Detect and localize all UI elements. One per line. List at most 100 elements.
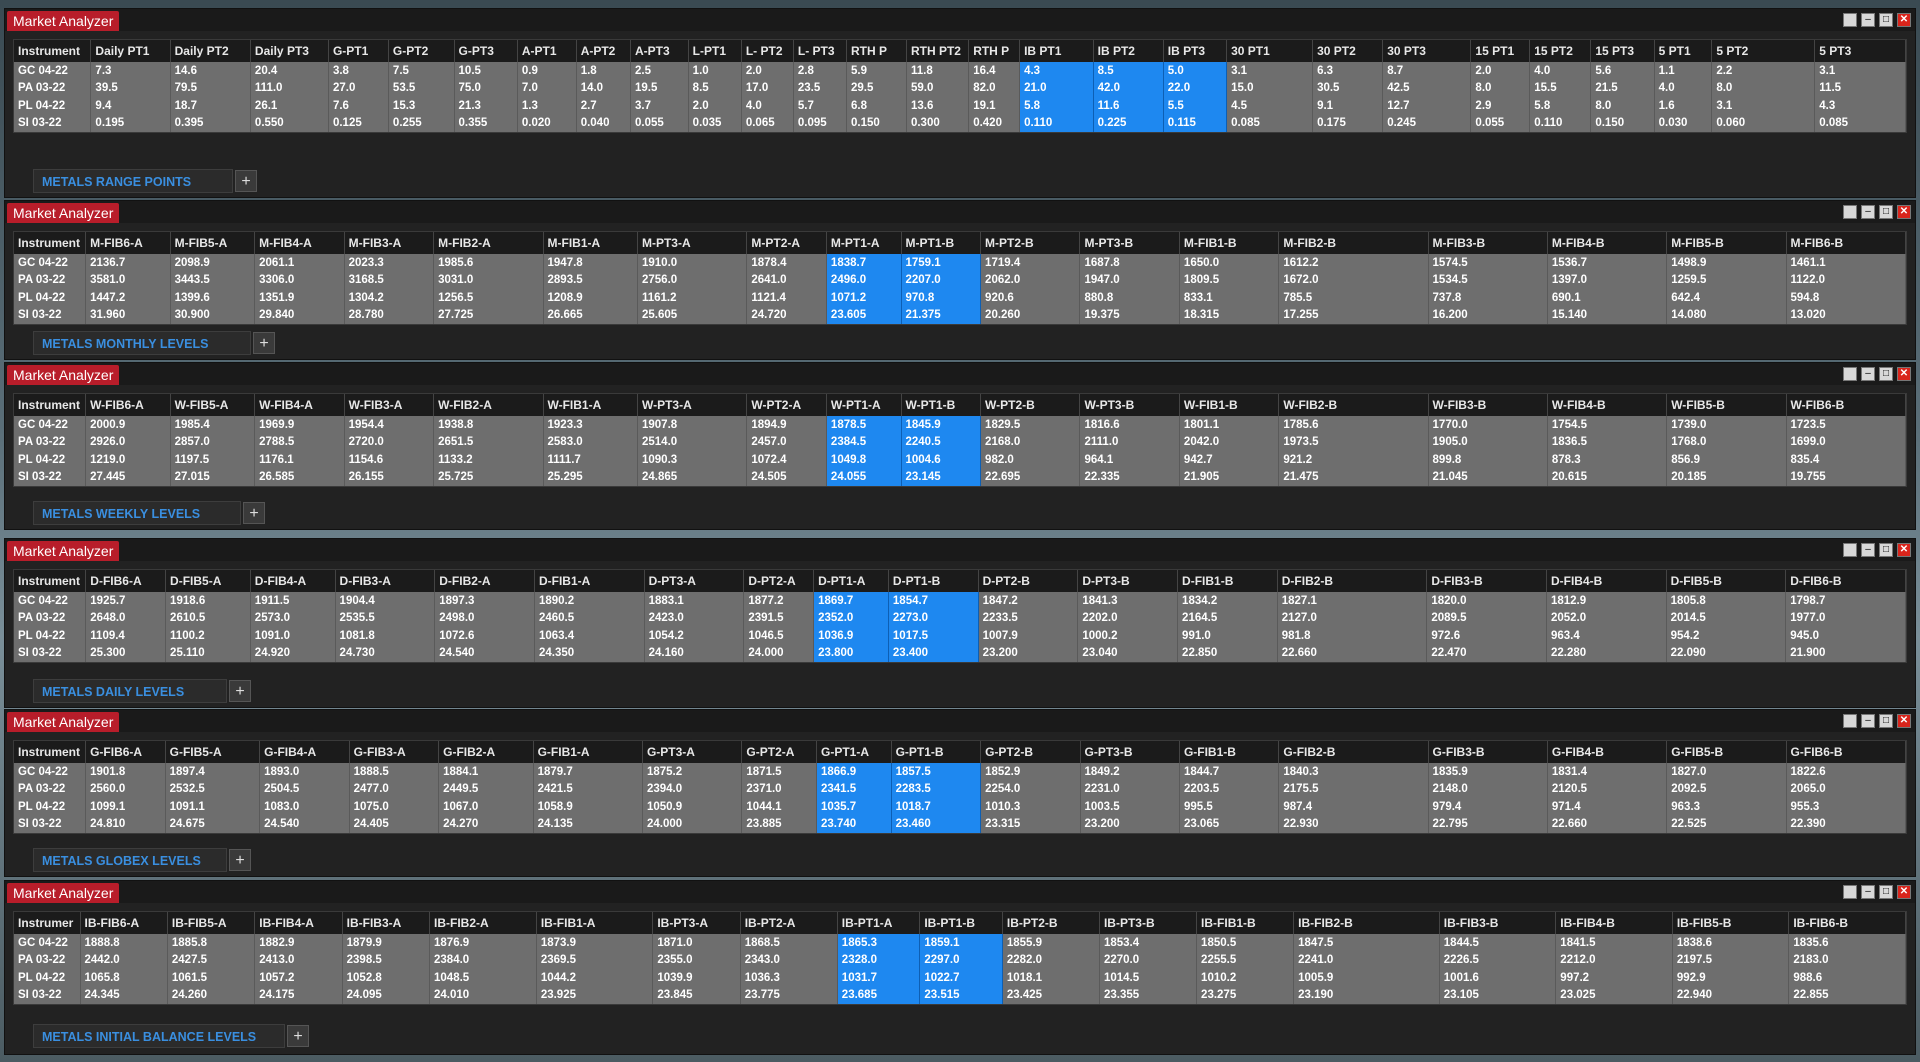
instrument-cell[interactable]: PL 04-22	[14, 798, 87, 816]
level-cell[interactable]: 22.940	[1672, 986, 1790, 1004]
level-cell[interactable]: 1534.5	[1428, 271, 1548, 289]
column-header[interactable]: D-FIB6-A	[85, 570, 167, 592]
level-cell[interactable]: 24.865	[637, 468, 748, 486]
level-cell[interactable]: 1925.7	[85, 592, 167, 610]
level-cell[interactable]: 23.5	[793, 79, 848, 97]
level-cell[interactable]: 21.475	[1278, 468, 1429, 486]
level-cell[interactable]: 1063.4	[534, 627, 645, 645]
level-cell[interactable]: 0.040	[576, 114, 631, 132]
level-cell[interactable]: 2496.0	[826, 271, 902, 289]
level-cell[interactable]: 1133.2	[433, 451, 544, 469]
column-header[interactable]: RTH P	[846, 40, 907, 62]
level-cell[interactable]: 945.0	[1785, 627, 1906, 645]
level-cell[interactable]: 2498.0	[434, 609, 535, 627]
level-cell[interactable]: 1938.8	[433, 416, 544, 434]
column-header[interactable]: W-PT3-A	[637, 394, 748, 416]
level-cell[interactable]: 1831.4	[1547, 763, 1668, 781]
level-cell[interactable]: 3443.5	[170, 271, 256, 289]
level-cell[interactable]: 2413.0	[254, 951, 343, 969]
restore-icon[interactable]: –	[1861, 885, 1875, 899]
level-cell[interactable]: 18.7	[170, 97, 251, 115]
level-cell[interactable]: 1057.2	[254, 969, 343, 987]
level-cell[interactable]: 2384.0	[429, 951, 537, 969]
level-cell[interactable]: 23.775	[740, 986, 838, 1004]
level-cell[interactable]: 1838.7	[826, 254, 902, 272]
level-cell[interactable]: 1918.6	[165, 592, 251, 610]
level-cell[interactable]: 23.425	[1002, 986, 1100, 1004]
table-row[interactable]: GC 04-22 7.3 14.6 20.4 3.8 7.5 10.5 0.9 1.8 2.5 1.…	[14, 62, 1906, 80]
column-header[interactable]: Instrument	[14, 394, 87, 416]
level-cell[interactable]: 25.110	[165, 644, 251, 662]
level-cell[interactable]: 1844.7	[1179, 763, 1280, 781]
level-cell[interactable]: 1827.0	[1666, 763, 1787, 781]
level-cell[interactable]: 22.390	[1786, 815, 1907, 833]
column-header[interactable]: D-FIB4-B	[1546, 570, 1667, 592]
level-cell[interactable]: 24.055	[826, 468, 902, 486]
column-header[interactable]: G-FIB1-A	[533, 741, 643, 763]
level-cell[interactable]: 1969.9	[254, 416, 345, 434]
level-cell[interactable]: 2449.5	[438, 780, 534, 798]
column-header[interactable]: M-PT1-B	[901, 232, 982, 254]
level-cell[interactable]: 23.845	[652, 986, 741, 1004]
level-cell[interactable]: 2573.0	[250, 609, 336, 627]
column-header[interactable]: M-FIB4-A	[254, 232, 345, 254]
level-cell[interactable]: 1873.9	[536, 934, 654, 952]
level-cell[interactable]: 1911.5	[250, 592, 336, 610]
level-cell[interactable]: 1723.5	[1786, 416, 1907, 434]
level-cell[interactable]: 1003.5	[1080, 798, 1180, 816]
level-cell[interactable]: 0.9	[517, 62, 577, 80]
level-cell[interactable]: 23.515	[919, 986, 1003, 1004]
level-cell[interactable]: 3581.0	[85, 271, 171, 289]
level-cell[interactable]: 1018.7	[891, 798, 982, 816]
column-header[interactable]: M-FIB5-B	[1666, 232, 1787, 254]
level-cell[interactable]: 21.0	[1019, 79, 1094, 97]
level-cell[interactable]: 991.0	[1177, 627, 1278, 645]
table-row[interactable]: GC 04-22 1901.8 1897.4 1893.0 1888.5 1884.1 18…	[14, 763, 1907, 781]
level-cell[interactable]: 1091.0	[250, 627, 336, 645]
column-header[interactable]: L-PT1	[688, 40, 742, 62]
instrument-cell[interactable]: GC 04-22	[14, 763, 87, 781]
level-cell[interactable]: 16.4	[968, 62, 1021, 80]
level-cell[interactable]: 31.960	[85, 306, 171, 324]
column-header[interactable]: RTH PT2	[906, 40, 970, 62]
level-cell[interactable]: 1985.6	[433, 254, 544, 272]
column-header[interactable]: M-FIB1-B	[1179, 232, 1280, 254]
level-cell[interactable]: 14.0	[576, 79, 631, 97]
level-cell[interactable]: 19.375	[1079, 306, 1180, 324]
level-cell[interactable]: 3.8	[328, 62, 389, 80]
table-row[interactable]: GC 04-22 1925.7 1918.6 1911.5 1904.4 1897.3 18…	[14, 592, 1906, 610]
level-cell[interactable]: 23.145	[901, 468, 982, 486]
restore-icon[interactable]: –	[1861, 367, 1875, 381]
level-cell[interactable]: 1010.3	[980, 798, 1081, 816]
column-header[interactable]: D-FIB5-B	[1666, 570, 1787, 592]
level-cell[interactable]: 27.725	[433, 306, 544, 324]
level-cell[interactable]: 17.255	[1278, 306, 1429, 324]
level-cell[interactable]: 1039.9	[652, 969, 741, 987]
level-cell[interactable]: 2202.0	[1077, 609, 1179, 627]
level-cell[interactable]: 2343.0	[740, 951, 838, 969]
level-cell[interactable]: 23.315	[980, 815, 1081, 833]
close-icon[interactable]: ✕	[1897, 543, 1911, 557]
title-bar[interactable]: Market Analyzer – □ ✕	[5, 881, 1915, 903]
close-icon[interactable]: ✕	[1897, 13, 1911, 27]
level-cell[interactable]: 30.5	[1312, 79, 1384, 97]
level-cell[interactable]: 2457.0	[746, 433, 827, 451]
level-cell[interactable]: 20.4	[250, 62, 329, 80]
level-cell[interactable]: 2023.3	[344, 254, 435, 272]
level-cell[interactable]: 1072.4	[746, 451, 827, 469]
level-cell[interactable]: 0.420	[968, 114, 1021, 132]
close-icon[interactable]: ✕	[1897, 367, 1911, 381]
level-cell[interactable]: 2384.5	[826, 433, 902, 451]
level-cell[interactable]: 21.375	[901, 306, 982, 324]
level-cell[interactable]: 20.185	[1666, 468, 1787, 486]
level-cell[interactable]: 1897.4	[165, 763, 261, 781]
level-cell[interactable]: 2352.0	[813, 609, 889, 627]
level-cell[interactable]: 2.8	[793, 62, 848, 80]
level-cell[interactable]: 23.605	[826, 306, 902, 324]
level-cell[interactable]: 2062.0	[980, 271, 1081, 289]
column-header[interactable]: IB-FIB3-A	[342, 912, 431, 934]
level-cell[interactable]: 1.3	[517, 97, 577, 115]
column-header[interactable]: M-PT3-A	[637, 232, 748, 254]
level-cell[interactable]: 1014.5	[1099, 969, 1198, 987]
level-cell[interactable]: 1498.9	[1666, 254, 1787, 272]
